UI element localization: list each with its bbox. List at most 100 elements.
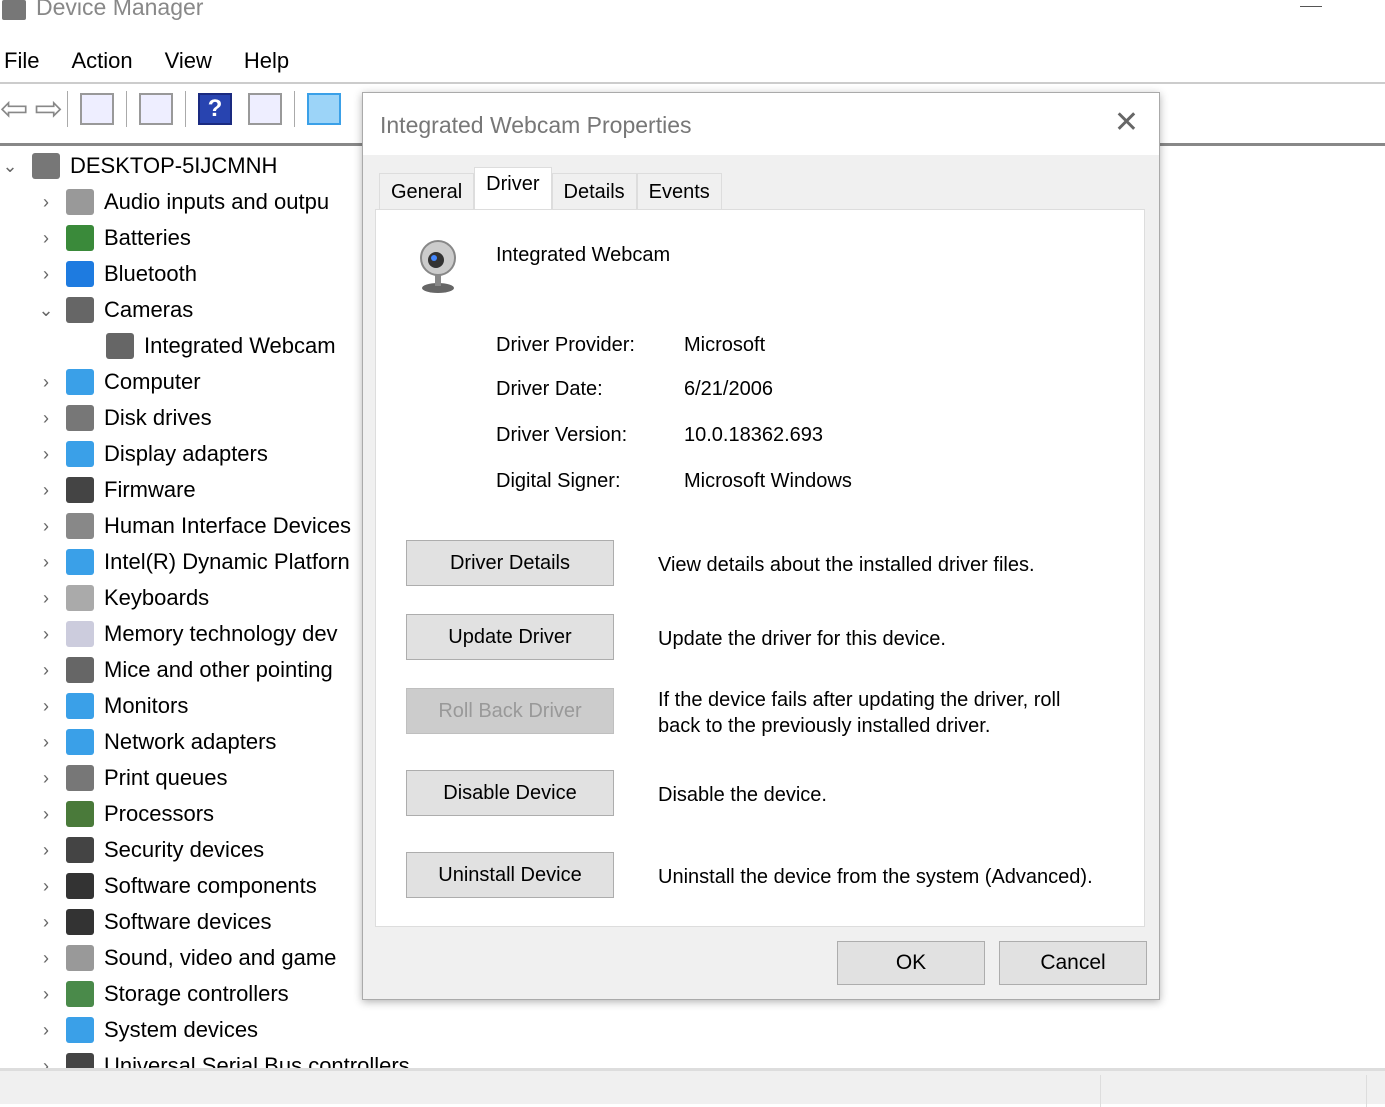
divider <box>294 91 295 127</box>
tree-item[interactable]: › Display adapters <box>36 436 268 472</box>
battery-icon <box>66 225 94 251</box>
show-hide-console-tree-icon[interactable] <box>80 93 114 125</box>
tree-item[interactable]: › Firmware <box>36 472 196 508</box>
chevron-right-icon[interactable]: › <box>36 804 56 825</box>
driver-panel: Integrated Webcam Driver Provider: Micro… <box>375 209 1145 927</box>
chevron-right-icon[interactable]: › <box>36 984 56 1005</box>
properties-icon[interactable] <box>139 93 173 125</box>
tree-item[interactable]: › Processors <box>36 796 214 832</box>
chevron-right-icon[interactable]: › <box>36 660 56 681</box>
chevron-right-icon[interactable]: › <box>36 876 56 897</box>
tree-item[interactable]: Integrated Webcam <box>76 328 336 364</box>
tree-item[interactable]: › Computer <box>36 364 201 400</box>
scan-hardware-icon[interactable] <box>307 93 341 125</box>
tree-item[interactable]: › Network adapters <box>36 724 276 760</box>
software-component-icon <box>66 873 94 899</box>
menu-help[interactable]: Help <box>244 48 289 74</box>
tree-item[interactable]: › Bluetooth <box>36 256 197 292</box>
driver-provider-value: Microsoft <box>684 334 766 356</box>
tree-item-label: Software devices <box>104 909 272 934</box>
driver-details-button[interactable]: Driver Details <box>406 540 614 586</box>
chevron-down-icon[interactable]: ⌄ <box>36 300 56 321</box>
tab-details[interactable]: Details <box>551 173 637 211</box>
driver-version-value: 10.0.18362.693 <box>684 424 824 446</box>
back-icon[interactable]: ⇦ <box>0 89 29 129</box>
tree-item[interactable]: › Mice and other pointing <box>36 652 333 688</box>
tree-item-label: Keyboards <box>104 585 210 610</box>
menu-action[interactable]: Action <box>71 48 132 74</box>
chevron-right-icon[interactable]: › <box>36 480 56 501</box>
tree-item[interactable]: › Security devices <box>36 832 264 868</box>
tree-item[interactable]: › Intel(R) Dynamic Platforn <box>36 544 350 580</box>
chevron-right-icon[interactable]: › <box>36 912 56 933</box>
tab-driver[interactable]: Driver <box>474 167 552 211</box>
security-icon <box>66 837 94 863</box>
update-driver-button[interactable]: Update Driver <box>406 614 614 660</box>
speaker-icon <box>66 189 94 215</box>
tree-item-label: System devices <box>104 1017 259 1042</box>
tree-item[interactable]: ⌄ Cameras <box>36 292 193 328</box>
ok-button[interactable]: OK <box>837 941 985 985</box>
chevron-right-icon[interactable]: › <box>36 264 56 285</box>
tree-root[interactable]: ⌄ DESKTOP-5IJCMNH <box>0 148 277 184</box>
tree-item[interactable]: › Disk drives <box>36 400 212 436</box>
device-name: Integrated Webcam <box>496 244 671 266</box>
tree-item-label: Software components <box>104 873 317 898</box>
chevron-right-icon[interactable]: › <box>36 1020 56 1041</box>
disk-icon <box>66 405 94 431</box>
tree-item[interactable]: › Print queues <box>36 760 228 796</box>
chevron-right-icon[interactable]: › <box>36 732 56 753</box>
disable-device-button[interactable]: Disable Device <box>406 770 614 816</box>
menu-bar: File Action View Help <box>4 48 289 74</box>
chevron-right-icon[interactable]: › <box>36 552 56 573</box>
window-title: Device Manager <box>36 0 204 20</box>
tree-item[interactable]: › Human Interface Devices <box>36 508 351 544</box>
tree-item-label: Bluetooth <box>104 261 197 286</box>
chevron-right-icon[interactable]: › <box>36 408 56 429</box>
memory-icon <box>66 621 94 647</box>
divider <box>126 91 127 127</box>
cancel-button[interactable]: Cancel <box>999 941 1147 985</box>
help-icon[interactable]: ? <box>198 93 232 125</box>
mouse-icon <box>66 657 94 683</box>
tree-item[interactable]: › Sound, video and game <box>36 940 336 976</box>
menu-view[interactable]: View <box>165 48 212 74</box>
uninstall-device-button[interactable]: Uninstall Device <box>406 852 614 898</box>
tree-item-label: Firmware <box>104 477 196 502</box>
chevron-right-icon[interactable]: › <box>36 192 56 213</box>
chevron-right-icon[interactable]: › <box>36 840 56 861</box>
tree-item[interactable]: › Monitors <box>36 688 188 724</box>
menu-file[interactable]: File <box>4 48 39 74</box>
toolbar: ⇦ ⇨ ? <box>0 88 349 130</box>
driver-version-label: Driver Version: <box>496 424 628 446</box>
webcam-icon <box>106 333 134 359</box>
tree-item[interactable]: › Keyboards <box>36 580 209 616</box>
minimize-button[interactable] <box>1300 6 1322 7</box>
properties-dialog: Integrated Webcam Properties ✕ General D… <box>362 92 1160 1000</box>
chevron-right-icon[interactable]: › <box>36 768 56 789</box>
tree-item[interactable]: › System devices <box>36 1012 258 1048</box>
tree-item[interactable]: › Software components <box>36 868 317 904</box>
system-icon <box>66 1017 94 1043</box>
chevron-right-icon[interactable]: › <box>36 624 56 645</box>
tree-item-label: Computer <box>104 369 201 394</box>
close-icon[interactable]: ✕ <box>1114 105 1139 140</box>
tree-item[interactable]: › Audio inputs and outpu <box>36 184 329 220</box>
chevron-down-icon[interactable]: ⌄ <box>0 156 20 177</box>
tree-item[interactable]: › Storage controllers <box>36 976 289 1012</box>
chevron-right-icon[interactable]: › <box>36 588 56 609</box>
tree-item[interactable]: › Batteries <box>36 220 191 256</box>
chevron-right-icon[interactable]: › <box>36 516 56 537</box>
chevron-right-icon[interactable]: › <box>36 696 56 717</box>
chevron-right-icon[interactable]: › <box>36 372 56 393</box>
chevron-right-icon[interactable]: › <box>36 228 56 249</box>
chevron-right-icon[interactable]: › <box>36 948 56 969</box>
tab-events[interactable]: Events <box>636 173 722 211</box>
chevron-right-icon[interactable]: › <box>36 444 56 465</box>
tree-item[interactable]: › Memory technology dev <box>36 616 338 652</box>
tree-item-label: Memory technology dev <box>104 621 338 646</box>
show-action-pane-icon[interactable] <box>248 93 282 125</box>
forward-icon[interactable]: ⇨ <box>35 89 64 129</box>
tree-item[interactable]: › Software devices <box>36 904 272 940</box>
tab-general[interactable]: General <box>379 173 475 211</box>
